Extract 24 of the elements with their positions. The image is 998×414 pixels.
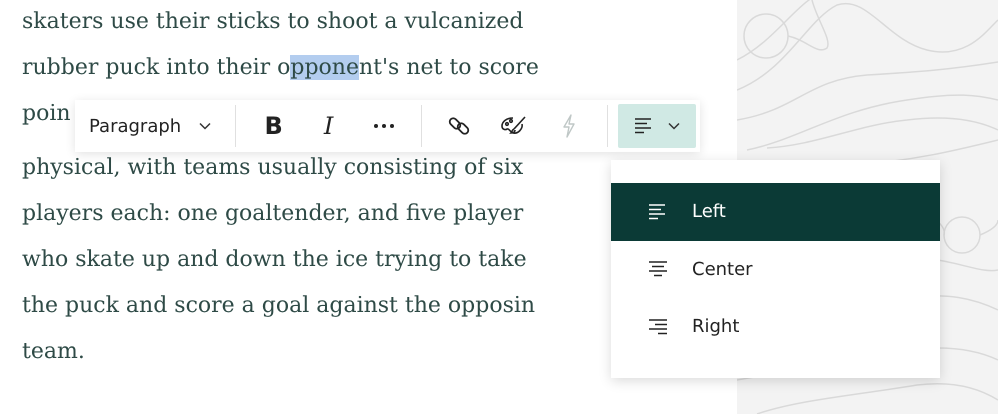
menu-item[interactable]: Center [611,240,940,298]
text-line: who skate up and down the ice trying to take [22,246,527,274]
menu-item[interactable]: Right [611,298,940,356]
lightning-icon [562,114,576,138]
menu-item[interactable]: Left [611,183,940,240]
more-icon [374,124,394,128]
text-line: the puck and score a goal against the opposin [22,292,536,320]
paragraph-dropdown[interactable]: Paragraph [83,108,218,144]
align-left-icon [634,117,654,135]
text-line: physical, with teams usually consisting of six [22,154,524,182]
align-dropdown-button[interactable] [618,104,696,148]
chevron-down-icon [668,122,680,130]
text-line: skaters use their sticks to shoot a vulcanized [22,8,524,36]
palette-icon [501,115,528,137]
align-left-icon [648,202,668,221]
text-line: players each: one goaltender, and five player [22,200,524,228]
align-right-icon [648,318,668,336]
text-line: rubber puck into their opponent's net to score [22,54,539,82]
align-center-icon [648,260,668,278]
text-line: poin [22,100,71,128]
chevron-down-icon [199,122,212,130]
italic-button[interactable]: I [305,105,352,147]
text-line: team. [22,338,85,366]
bold-button[interactable]: B [250,105,298,147]
